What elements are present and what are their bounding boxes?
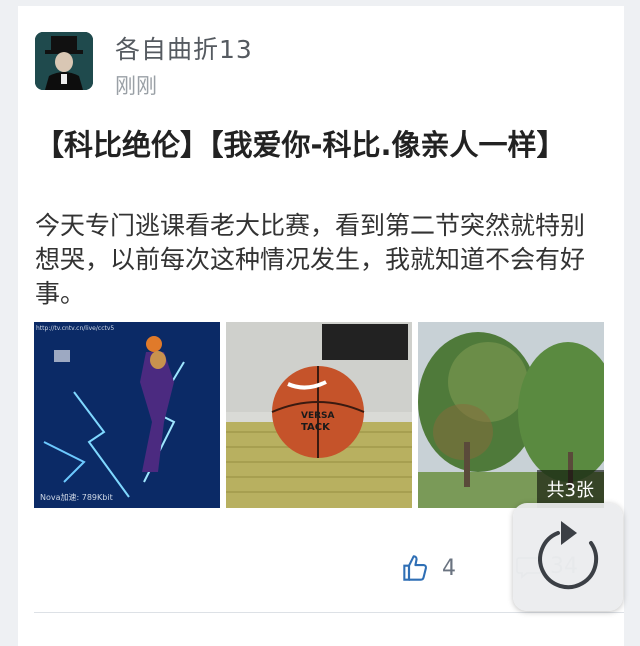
photo-thumbnail[interactable]: http://tv.cntv.cn/live/cctv5 Nova加速: 789… [34, 322, 220, 508]
stream-speed-overlay: Nova加速: 789Kbit [40, 492, 113, 502]
ball-text-bottom: TACK [301, 422, 331, 433]
username[interactable]: 各自曲折13 [115, 30, 253, 66]
ball-text-top: VERSA [301, 411, 335, 421]
post-title: 【科比绝伦】【我爱你-科比.像亲人一样】 [35, 128, 566, 162]
thumbs-up-icon [403, 555, 428, 581]
divider [34, 612, 624, 613]
avatar[interactable] [35, 32, 93, 90]
photo-thumbnail[interactable]: VERSA TACK [226, 322, 412, 508]
like-count: 4 [442, 555, 456, 581]
refresh-button[interactable] [513, 503, 623, 611]
timestamp: 刚刚 [115, 74, 157, 98]
stream-url-overlay: http://tv.cntv.cn/live/cctv5 [36, 325, 114, 332]
photo-thumbnail[interactable]: 共3张 [418, 322, 604, 508]
refresh-icon [538, 521, 599, 590]
like-button[interactable]: 4 [402, 554, 456, 582]
post-body: 今天专门逃课看老大比赛，看到第二节突然就特别想哭，以前每次这种情况发生，我就知道… [35, 211, 586, 308]
